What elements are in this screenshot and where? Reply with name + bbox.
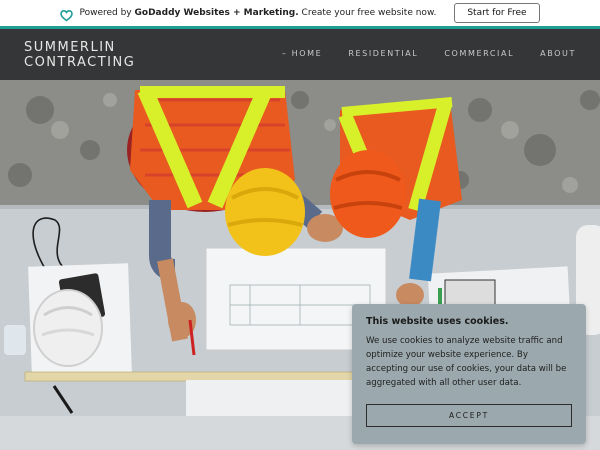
promo-tagline: Create your free website now. [301, 8, 437, 18]
cookie-banner: This website uses cookies. We use cookie… [352, 304, 586, 444]
site-logo[interactable]: SUMMERLIN CONTRACTING [24, 40, 135, 70]
nav-item-home[interactable]: – HOME [282, 49, 322, 58]
cookie-body: We use cookies to analyze website traffi… [366, 336, 567, 388]
promo-bar: Powered by GoDaddy Websites + Marketing.… [0, 0, 600, 26]
godaddy-heart-icon [60, 7, 74, 21]
brand-line-1: SUMMERLIN [24, 40, 116, 55]
promo-text: Powered by GoDaddy Websites + Marketing.… [79, 8, 436, 18]
site-header: SUMMERLIN CONTRACTING – HOME RESIDENTIAL… [0, 29, 600, 80]
nav-item-about[interactable]: ABOUT [540, 49, 576, 58]
accept-cookies-button[interactable]: ACCEPT [366, 404, 572, 427]
nav-item-commercial[interactable]: COMMERCIAL [444, 49, 514, 58]
main-nav: – HOME RESIDENTIAL COMMERCIAL ABOUT [282, 49, 576, 58]
brand-line-2: CONTRACTING [24, 55, 136, 70]
nav-item-residential[interactable]: RESIDENTIAL [348, 49, 418, 58]
promo-product: GoDaddy Websites + Marketing. [134, 8, 299, 18]
promo-powered-by: Powered by [79, 8, 132, 18]
start-for-free-button[interactable]: Start for Free [454, 3, 540, 23]
cookie-title: This website uses cookies. [366, 316, 509, 327]
